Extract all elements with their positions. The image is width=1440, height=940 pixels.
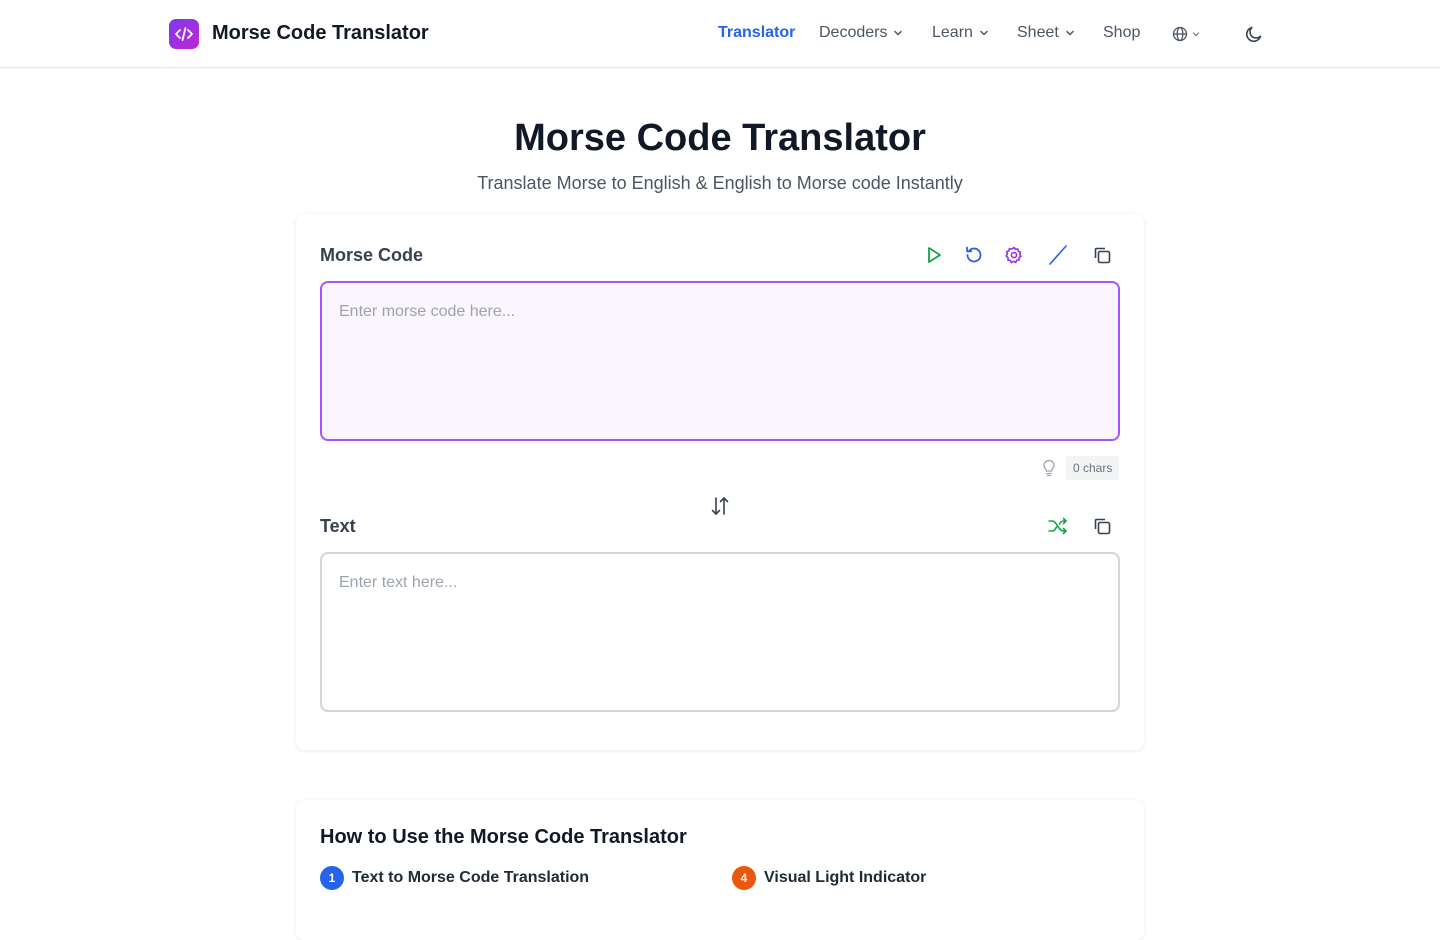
shuffle-button[interactable]: [1044, 512, 1072, 540]
char-count-badge: 0 chars: [1066, 456, 1120, 480]
nav-label: Shop: [1103, 24, 1141, 41]
step-number: 1: [320, 866, 344, 890]
replay-icon: [966, 246, 982, 263]
step-number: 4: [732, 866, 756, 890]
howto-title: How to Use the Morse Code Translator: [320, 826, 687, 848]
nav-item-learn[interactable]: Learn: [932, 24, 990, 42]
nav-item-translator[interactable]: Translator: [718, 24, 795, 42]
text-label: Text: [320, 516, 356, 536]
slash-icon: [1049, 245, 1067, 265]
code-icon[interactable]: [169, 19, 199, 49]
howto-step: 1 Text to Morse Code Translation: [320, 866, 589, 890]
swap-vertical-icon: [711, 497, 729, 515]
nav-label: Sheet: [1017, 24, 1059, 41]
morse-code-input[interactable]: [320, 281, 1120, 441]
nav-item-decoders[interactable]: Decoders: [819, 24, 904, 42]
howto-step: 4 Visual Light Indicator: [732, 866, 926, 890]
step-label: Text to Morse Code Translation: [352, 869, 590, 886]
moon-icon: [1246, 26, 1262, 42]
slash-button[interactable]: [1044, 241, 1072, 269]
globe-icon: [1172, 26, 1188, 42]
shuffle-icon: [1048, 517, 1067, 535]
play-icon: [928, 247, 941, 263]
nav-label: Decoders: [819, 24, 888, 41]
copy-icon: [1094, 518, 1111, 535]
nav-label: Translator: [718, 24, 796, 41]
theme-toggle[interactable]: [1244, 24, 1264, 49]
nav-label: Learn: [932, 24, 973, 41]
lightbulb-icon[interactable]: [1041, 459, 1057, 482]
page-title: Morse Code Translator: [514, 117, 926, 159]
text-input[interactable]: [320, 552, 1120, 712]
nav-item-shop[interactable]: Shop: [1103, 24, 1140, 42]
chevron-down-icon: [1066, 30, 1074, 36]
swap-direction-button[interactable]: [708, 494, 732, 523]
chevron-down-icon: [1192, 32, 1200, 37]
morse-code-label: Morse Code: [320, 245, 424, 265]
language-selector[interactable]: [1172, 26, 1201, 42]
chevron-down-icon: [894, 30, 903, 36]
copy-icon: [1094, 247, 1111, 264]
chevron-down-icon: [980, 30, 988, 36]
settings-button[interactable]: [1000, 241, 1028, 269]
copy-morse-button[interactable]: [1088, 241, 1116, 269]
nav-item-sheet[interactable]: Sheet: [1017, 24, 1076, 42]
brand-name[interactable]: Morse Code Translator: [212, 22, 429, 45]
page-subtitle: Translate Morse to English & English to …: [477, 173, 963, 193]
site-header: Morse Code Translator Translator Decoder…: [0, 0, 1440, 68]
play-button[interactable]: [920, 241, 948, 269]
copy-text-button[interactable]: [1088, 512, 1116, 540]
replay-button[interactable]: [960, 241, 988, 269]
step-label: Visual Light Indicator: [764, 869, 927, 886]
settings-icon: [1005, 246, 1022, 264]
